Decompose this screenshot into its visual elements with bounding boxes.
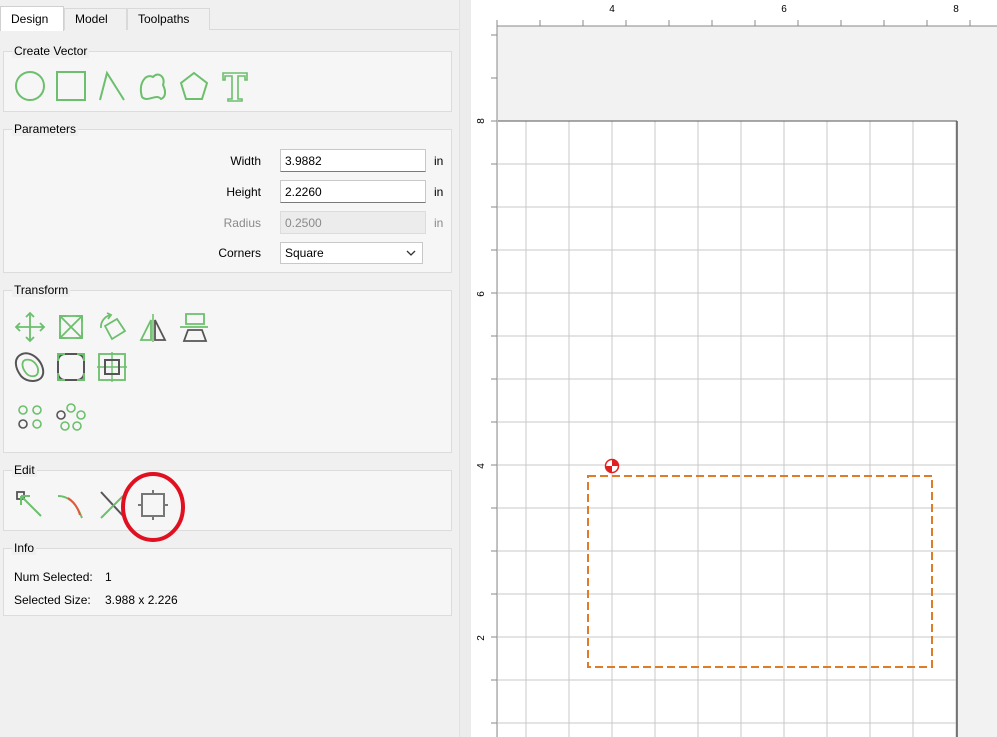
text-icon[interactable]: [217, 68, 253, 104]
origin-marker[interactable]: [604, 458, 620, 474]
parameters-title: Parameters: [12, 122, 79, 136]
info-title: Info: [12, 541, 37, 555]
rotate-icon[interactable]: [94, 309, 130, 345]
circle-icon[interactable]: [12, 68, 48, 104]
width-label: Width: [230, 154, 261, 168]
panel-splitter[interactable]: [459, 0, 471, 737]
polyline-icon[interactable]: [94, 68, 130, 104]
ruler-left-label: 6: [476, 291, 487, 297]
ruler-top-label: 4: [609, 4, 615, 15]
smooth-icon[interactable]: [53, 487, 89, 523]
tab-design[interactable]: Design: [0, 6, 64, 31]
canvas-drawing[interactable]: 4 6 8 8 6 4 2: [471, 0, 997, 737]
corners-value: Square: [285, 246, 324, 260]
ruler-left-label: 8: [476, 118, 487, 124]
selected-size-value: 3.988 x 2.226: [105, 593, 178, 607]
left-panel: Design Model Toolpaths Create Vector Par…: [0, 0, 460, 737]
job-sheet: [498, 121, 958, 737]
tab-toolpaths[interactable]: Toolpaths: [127, 8, 210, 30]
align-icon[interactable]: [176, 309, 212, 345]
scale-icon[interactable]: [53, 309, 89, 345]
fillet-icon[interactable]: [53, 349, 89, 385]
move-icon[interactable]: [12, 309, 48, 345]
num-selected-value: 1: [105, 570, 112, 584]
array-icon[interactable]: [12, 399, 48, 435]
bounding-box-icon[interactable]: [94, 349, 130, 385]
info-group: Info Num Selected: 1 Selected Size: 3.98…: [3, 541, 452, 616]
transform-group: Transform: [3, 283, 452, 453]
ruler-left-label: 2: [476, 635, 487, 641]
tab-bar: Design Model Toolpaths: [0, 0, 460, 31]
tab-model[interactable]: Model: [64, 8, 127, 30]
ruler-top-label: 8: [953, 4, 959, 15]
ruler-top-label: 6: [781, 4, 787, 15]
width-input[interactable]: [280, 149, 426, 172]
radius-unit: in: [434, 216, 444, 230]
highlight-circle: [120, 472, 186, 542]
mirror-icon[interactable]: [135, 309, 171, 345]
polygon-icon[interactable]: [176, 68, 212, 104]
circular-array-icon[interactable]: [53, 399, 89, 435]
curve-icon[interactable]: [135, 68, 171, 104]
node-edit-icon[interactable]: [12, 487, 48, 523]
offset-icon[interactable]: [12, 349, 48, 385]
width-unit: in: [434, 154, 444, 168]
left-ruler: [471, 0, 497, 737]
transform-title: Transform: [12, 283, 71, 297]
radius-label: Radius: [223, 216, 261, 230]
radius-input: [280, 211, 426, 234]
corners-label: Corners: [218, 246, 261, 260]
create-vector-title: Create Vector: [12, 44, 90, 58]
design-canvas[interactable]: 4 6 8 8 6 4 2: [471, 0, 997, 737]
top-ruler: [471, 0, 997, 26]
ruler-left-label: 4: [476, 463, 487, 469]
edit-group: Edit: [3, 463, 452, 542]
height-unit: in: [434, 185, 444, 199]
corners-select[interactable]: Square: [280, 242, 423, 264]
height-label: Height: [226, 185, 261, 199]
num-selected-label: Num Selected:: [14, 570, 93, 584]
edit-title: Edit: [12, 463, 37, 477]
rectangle-icon[interactable]: [53, 68, 89, 104]
height-input[interactable]: [280, 180, 426, 203]
create-vector-group: Create Vector: [3, 44, 452, 112]
selected-size-label: Selected Size:: [14, 593, 91, 607]
chevron-down-icon: [406, 247, 416, 261]
parameters-group: Parameters Width in Height in Radius in …: [3, 122, 452, 273]
